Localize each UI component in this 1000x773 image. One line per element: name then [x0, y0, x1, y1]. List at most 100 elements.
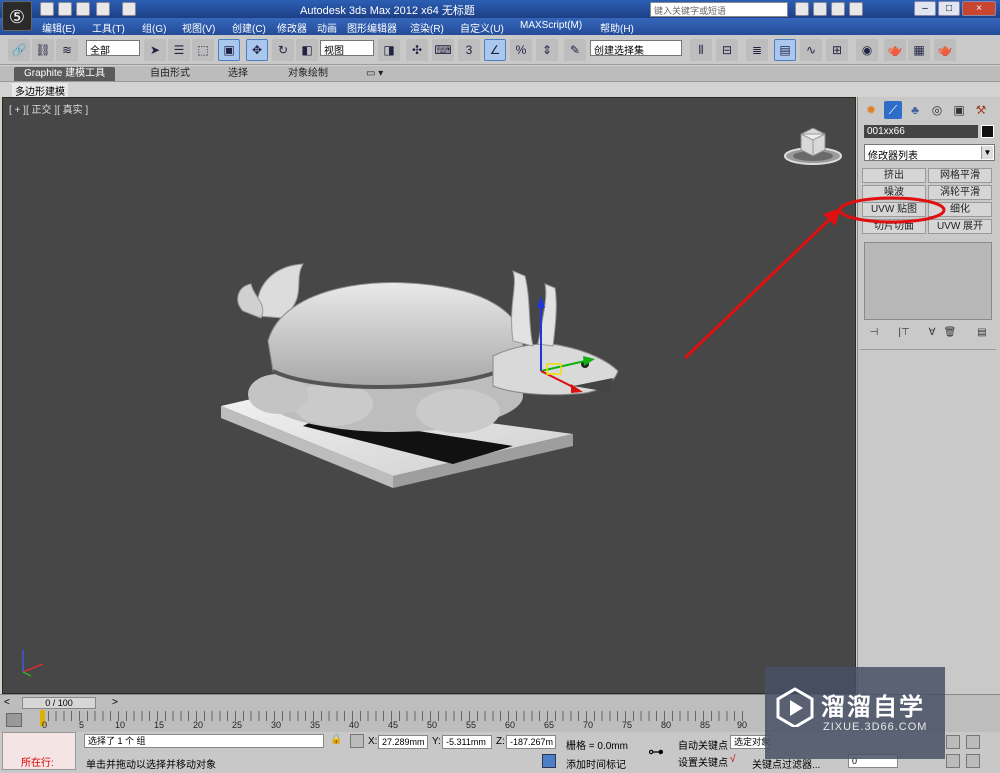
minimize-button[interactable]: – — [914, 1, 936, 16]
dragon-turtle-model[interactable] — [213, 246, 633, 496]
viewport-nav-zoom-icon[interactable] — [946, 735, 960, 749]
tab-graphite[interactable]: Graphite 建模工具 — [14, 67, 116, 81]
menu-help[interactable]: 帮助(H) — [600, 20, 634, 35]
mini-curve-editor-icon[interactable] — [6, 713, 22, 727]
add-time-tag[interactable]: 添加时间标记 — [566, 756, 626, 771]
window-crossing-icon[interactable]: ▣ — [218, 39, 240, 61]
viewport-nav-zoom-all-icon[interactable] — [966, 735, 980, 749]
time-slider[interactable]: 0 / 100 — [22, 697, 96, 709]
close-button[interactable]: × — [962, 1, 996, 16]
rotate-icon[interactable]: ↻ — [272, 39, 294, 61]
redo-icon[interactable] — [122, 2, 136, 16]
hierarchy-tab-icon[interactable]: ♣ — [906, 101, 924, 119]
undo-icon[interactable] — [96, 2, 110, 16]
modify-tab-icon[interactable]: ⟋ — [884, 101, 902, 119]
menu-edit[interactable]: 编辑(E) — [42, 20, 75, 35]
show-end-result-icon[interactable]: |⊤ — [896, 325, 912, 340]
move-icon[interactable]: ✥ — [246, 39, 268, 61]
help-icon[interactable] — [849, 2, 863, 16]
utilities-tab-icon[interactable]: ⚒ — [972, 101, 990, 119]
meshsmooth-button[interactable]: 网格平滑 — [928, 168, 992, 183]
viewport-nav-pan-icon[interactable] — [946, 754, 960, 768]
render-setup-icon[interactable]: 🫖 — [884, 39, 906, 61]
star-icon[interactable] — [831, 2, 845, 16]
selected-object-select[interactable]: 选定对象 — [730, 735, 770, 749]
pin-stack-icon[interactable]: ⊣ — [866, 325, 882, 340]
render-production-icon[interactable]: 🫖 — [934, 39, 956, 61]
make-unique-icon[interactable]: ∀ — [924, 325, 940, 340]
key-filter-icon[interactable]: √ — [730, 754, 736, 765]
modifier-stack[interactable] — [864, 242, 992, 320]
object-color-swatch[interactable] — [981, 125, 994, 138]
binoculars-icon[interactable] — [795, 2, 809, 16]
tab-selection[interactable]: 选择 — [218, 67, 258, 81]
maxscript-listener[interactable]: 所在行: — [2, 732, 76, 770]
snap-toggle-icon[interactable]: 3 — [458, 39, 480, 61]
menu-create[interactable]: 创建(C) — [232, 20, 266, 35]
object-name-field[interactable]: 001xx66 — [864, 125, 978, 138]
select-manipulate-icon[interactable]: ✣ — [406, 39, 428, 61]
schematic-view-icon[interactable]: ⊞ — [826, 39, 848, 61]
search-input[interactable]: 键入关键字或短语 — [650, 2, 788, 17]
unlink-icon[interactable]: ⛓ — [32, 39, 54, 61]
time-tag-icon[interactable] — [542, 754, 556, 768]
menu-modifiers[interactable]: 修改器 — [277, 20, 307, 35]
maximize-button[interactable]: □ — [938, 1, 960, 16]
rect-selection-icon[interactable]: ⬚ — [192, 39, 214, 61]
motion-tab-icon[interactable]: ◎ — [928, 101, 946, 119]
curve-editor-icon[interactable]: ∿ — [800, 39, 822, 61]
graphite-toggle-icon[interactable]: ▤ — [774, 39, 796, 61]
angle-snap-icon[interactable]: ∠ — [484, 39, 506, 61]
select-object-icon[interactable]: ➤ — [144, 39, 166, 61]
percent-snap-icon[interactable]: % — [510, 39, 532, 61]
keyboard-shortcut-icon[interactable]: ⌨ — [432, 39, 454, 61]
mirror-icon[interactable]: ⫴ — [690, 39, 712, 61]
ribbon-options-icon[interactable]: ▭ ▾ — [356, 67, 393, 81]
set-key-button[interactable]: 设置关键点 — [678, 754, 728, 769]
next-frame-icon[interactable]: > — [112, 697, 118, 708]
menu-views[interactable]: 视图(V) — [182, 20, 215, 35]
key-icon[interactable]: ⊶ — [648, 742, 664, 762]
viewport-label[interactable]: [ + ][ 正交 ][ 真实 ] — [9, 101, 88, 116]
modifier-list-select[interactable]: 修改器列表 ▼ — [864, 144, 995, 162]
menu-group[interactable]: 组(G) — [142, 20, 166, 35]
create-tab-icon[interactable]: ✹ — [862, 101, 880, 119]
menu-rendering[interactable]: 渲染(R) — [410, 20, 444, 35]
menu-tools[interactable]: 工具(T) — [92, 20, 125, 35]
named-selection-select[interactable]: 创建选择集 — [590, 40, 682, 56]
viewport-nav-orbit-icon[interactable] — [966, 754, 980, 768]
layer-manager-icon[interactable]: ≣ — [746, 39, 768, 61]
absolute-mode-icon[interactable] — [350, 734, 364, 748]
display-tab-icon[interactable]: ▣ — [950, 101, 968, 119]
configure-sets-icon[interactable]: ▤ — [974, 325, 990, 340]
bind-space-warp-icon[interactable]: ≋ — [56, 39, 78, 61]
edit-named-selection-icon[interactable]: ✎ — [564, 39, 586, 61]
menu-maxscript[interactable]: MAXScript(M) — [520, 20, 582, 31]
pivot-center-icon[interactable]: ◨ — [378, 39, 400, 61]
new-file-icon[interactable] — [40, 2, 54, 16]
scale-icon[interactable]: ◧ — [296, 39, 318, 61]
prev-frame-icon[interactable]: < — [4, 697, 10, 708]
reference-coord-select[interactable]: 视图 — [320, 40, 374, 56]
align-icon[interactable]: ⊟ — [716, 39, 738, 61]
rendered-frame-icon[interactable]: ▦ — [908, 39, 930, 61]
open-file-icon[interactable] — [58, 2, 72, 16]
spinner-snap-icon[interactable]: ⇕ — [536, 39, 558, 61]
app-logo-icon[interactable]: ⑤ — [2, 1, 32, 31]
viewcube[interactable] — [783, 120, 843, 170]
tab-freeform[interactable]: 自由形式 — [140, 67, 200, 81]
polygon-modeling-label[interactable]: 多边形建模 — [12, 83, 68, 98]
menu-graph-editors[interactable]: 图形编辑器 — [347, 20, 397, 35]
tab-object-paint[interactable]: 对象绘制 — [278, 67, 338, 81]
select-by-name-icon[interactable]: ☰ — [168, 39, 190, 61]
link-icon[interactable]: 🔗 — [8, 39, 30, 61]
save-file-icon[interactable] — [76, 2, 90, 16]
x-coord-field[interactable]: 27.289mm — [378, 735, 428, 749]
menu-animation[interactable]: 动画 — [317, 20, 337, 35]
extrude-button[interactable]: 挤出 — [862, 168, 926, 183]
viewport-front[interactable]: [ + ][ 正交 ][ 真实 ] — [2, 97, 856, 694]
wrench-icon[interactable] — [813, 2, 827, 16]
auto-key-button[interactable]: 自动关键点 — [678, 737, 728, 752]
lock-selection-icon[interactable]: 🔒 — [330, 734, 342, 745]
selection-filter-select[interactable]: 全部 — [86, 40, 140, 56]
